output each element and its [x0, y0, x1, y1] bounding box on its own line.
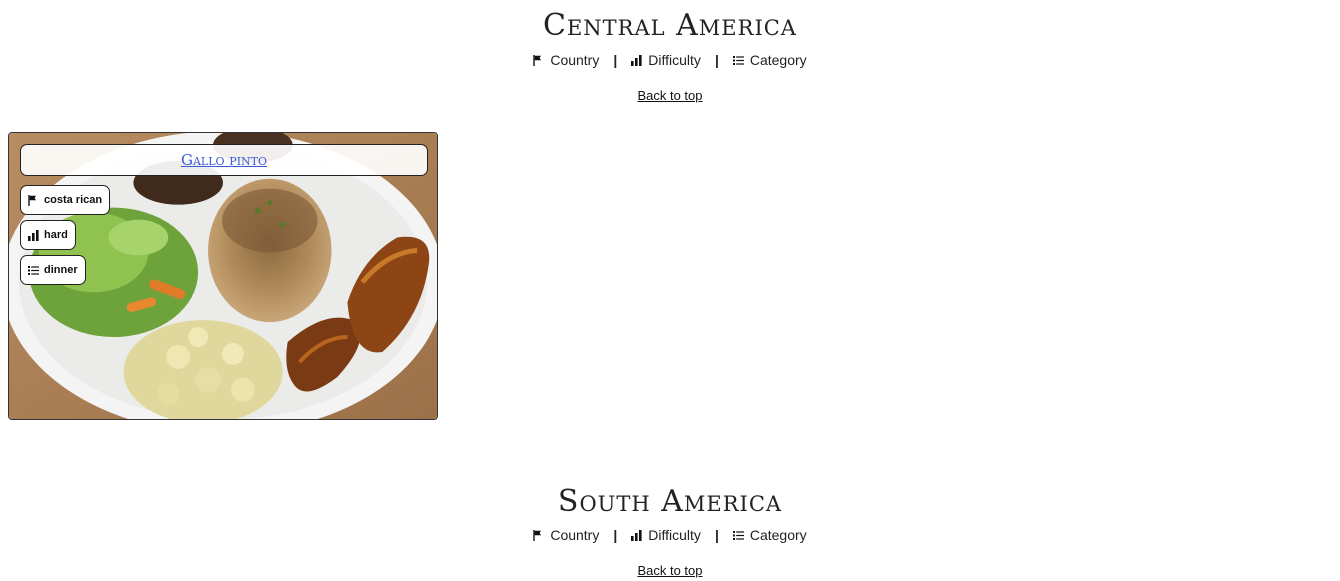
filter-bar-south: Country | Difficulty | Category	[0, 527, 1340, 543]
filter-country-label: Country	[550, 52, 600, 68]
list-icon	[732, 530, 744, 540]
recipe-difficulty-label: hard	[44, 229, 68, 241]
filter-country-link[interactable]: Country	[533, 527, 599, 543]
list-icon	[28, 265, 39, 275]
region-title-south-america: South America	[557, 484, 783, 519]
recipe-category-tag[interactable]: dinner	[20, 255, 86, 285]
flag-icon	[28, 194, 36, 206]
recipe-title-box: Gallo pinto	[20, 144, 428, 176]
region-title-central-america: Central America	[543, 8, 797, 43]
filter-country-label: Country	[550, 527, 600, 543]
signal-bars-icon	[28, 229, 39, 241]
recipe-title-link[interactable]: Gallo pinto	[181, 151, 267, 169]
filter-difficulty-link[interactable]: Difficulty	[631, 527, 701, 543]
filter-difficulty-link[interactable]: Difficulty	[631, 52, 701, 68]
recipe-difficulty-tag[interactable]: hard	[20, 220, 76, 250]
back-to-top-link[interactable]: Back to top	[637, 563, 702, 578]
back-to-top-container: Back to top	[0, 563, 1340, 578]
recipe-card[interactable]: Gallo pinto costa rican hard dinner	[8, 132, 438, 420]
filter-difficulty-label: Difficulty	[648, 527, 701, 543]
filter-category-link[interactable]: Category	[732, 52, 807, 68]
back-to-top-container: Back to top	[0, 88, 1340, 103]
flag-icon	[533, 529, 542, 541]
recipe-country-label: costa rican	[44, 194, 103, 206]
back-to-top-link[interactable]: Back to top	[637, 88, 702, 103]
filter-category-label: Category	[749, 52, 807, 68]
filter-separator: |	[613, 527, 618, 543]
signal-bars-icon	[631, 54, 642, 66]
filter-country-link[interactable]: Country	[533, 52, 599, 68]
signal-bars-icon	[631, 529, 642, 541]
filter-category-label: Category	[749, 527, 807, 543]
flag-icon	[533, 54, 542, 66]
filter-category-link[interactable]: Category	[732, 527, 807, 543]
filter-separator: |	[714, 52, 719, 68]
recipe-category-label: dinner	[44, 264, 78, 276]
filter-separator: |	[613, 52, 618, 68]
recipe-country-tag[interactable]: costa rican	[20, 185, 111, 215]
filter-separator: |	[714, 527, 719, 543]
filter-difficulty-label: Difficulty	[648, 52, 701, 68]
filter-bar-central: Country | Difficulty | Category	[0, 52, 1340, 68]
list-icon	[732, 55, 744, 65]
